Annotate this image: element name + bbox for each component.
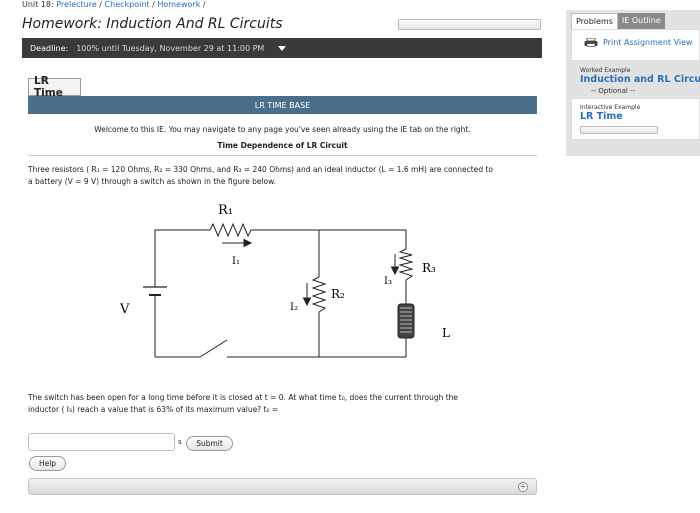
assignment-progress-bar bbox=[398, 19, 541, 30]
deadline-value: 100% until Tuesday, November 29 at 11:00… bbox=[76, 43, 265, 53]
inductor-icon bbox=[397, 303, 415, 339]
question-line-1: The switch has been open for a long time… bbox=[28, 393, 459, 402]
interactive-progress-bar bbox=[580, 126, 658, 134]
circuit-diagram: R₁ I₁ R₂ I₂ R₃ I₃ V L bbox=[119, 203, 450, 358]
feedback-bar: + bbox=[28, 478, 537, 495]
battery-icon bbox=[143, 286, 167, 296]
interactive-example-title[interactable]: LR Time bbox=[580, 111, 623, 122]
label-v: V bbox=[119, 302, 130, 317]
problem-statement: Three resistors ( R₁ = 120 Ohms, R₂ = 33… bbox=[28, 164, 537, 188]
resistor-r2 bbox=[311, 276, 327, 313]
label-r3: R₃ bbox=[422, 261, 436, 275]
sidebar-panel: Print Assignment View bbox=[571, 29, 700, 61]
divider bbox=[28, 155, 537, 156]
interactive-example-caption: Interactive Example bbox=[580, 104, 641, 111]
breadcrumb-homework[interactable]: Homework bbox=[157, 0, 200, 9]
print-assignment-link[interactable]: Print Assignment View bbox=[584, 38, 693, 47]
interactive-example[interactable]: Interactive Example LR Time bbox=[571, 98, 700, 140]
print-assignment-label: Print Assignment View bbox=[603, 38, 693, 47]
label-i1: I₁ bbox=[232, 256, 240, 267]
wire-top-right bbox=[254, 229, 407, 249]
breadcrumb: Unit 18: Prelecture / Checkpoint / Homew… bbox=[22, 0, 206, 9]
resistor-r1 bbox=[209, 222, 254, 238]
breadcrumb-checkpoint[interactable]: Checkpoint bbox=[105, 0, 150, 9]
resistor-r3 bbox=[398, 248, 414, 281]
tab-problems[interactable]: Problems bbox=[571, 13, 618, 29]
question-line-2: inductor ( I₃) reach a value that is 63%… bbox=[28, 405, 279, 414]
welcome-text: Welcome to this IE. You may navigate to … bbox=[94, 125, 471, 134]
wire-top bbox=[154, 229, 210, 287]
arrow-i2-icon bbox=[302, 283, 312, 307]
section-title-bar: LR TIME BASE bbox=[28, 96, 537, 114]
arrow-i3-icon bbox=[390, 254, 400, 276]
tab-lr-time[interactable]: LR Time bbox=[28, 75, 81, 99]
label-i2: I₂ bbox=[290, 302, 298, 313]
answer-input[interactable] bbox=[28, 433, 175, 451]
worked-example-caption: Worked Example bbox=[580, 67, 631, 74]
answer-unit: s bbox=[178, 438, 182, 446]
expand-plus-icon[interactable]: + bbox=[518, 482, 528, 492]
tab-ie-outline[interactable]: IE Outline bbox=[617, 13, 665, 29]
chevron-down-icon[interactable] bbox=[278, 45, 287, 51]
arrow-i1-icon bbox=[222, 238, 253, 248]
switch-blade bbox=[199, 339, 228, 358]
breadcrumb-prelecture[interactable]: Prelecture bbox=[56, 0, 97, 9]
help-button[interactable]: Help bbox=[29, 456, 66, 471]
deadline-label: Deadline: bbox=[30, 43, 69, 53]
label-l: L bbox=[442, 326, 450, 340]
sidebar-tabs: Problems IE Outline bbox=[571, 13, 665, 29]
worked-example[interactable]: Worked Example Induction and RL Circuits… bbox=[571, 65, 700, 101]
problem-line-1: Three resistors ( R₁ = 120 Ohms, R₂ = 33… bbox=[28, 165, 494, 174]
submit-button[interactable]: Submit bbox=[186, 436, 233, 451]
label-i3: I₃ bbox=[384, 276, 392, 287]
worked-example-title[interactable]: Induction and RL Circuits bbox=[580, 74, 700, 85]
worked-example-optional: -- Optional -- bbox=[591, 87, 636, 95]
page-title: Homework: Induction And RL Circuits bbox=[22, 16, 283, 32]
deadline-bar[interactable]: Deadline: 100% until Tuesday, November 2… bbox=[22, 38, 542, 58]
label-r2: R₂ bbox=[331, 287, 345, 301]
question-text: The switch has been open for a long time… bbox=[28, 392, 528, 416]
printer-icon bbox=[584, 38, 598, 47]
sidebar: Problems IE Outline Print Assignment Vie… bbox=[566, 10, 700, 156]
breadcrumb-unit: Unit 18: bbox=[22, 0, 54, 9]
label-r1: R₁ bbox=[218, 203, 233, 218]
section-subheading: Time Dependence of LR Circuit bbox=[217, 141, 348, 150]
problem-line-2: a battery (V = 9 V) through a switch as … bbox=[28, 177, 276, 186]
